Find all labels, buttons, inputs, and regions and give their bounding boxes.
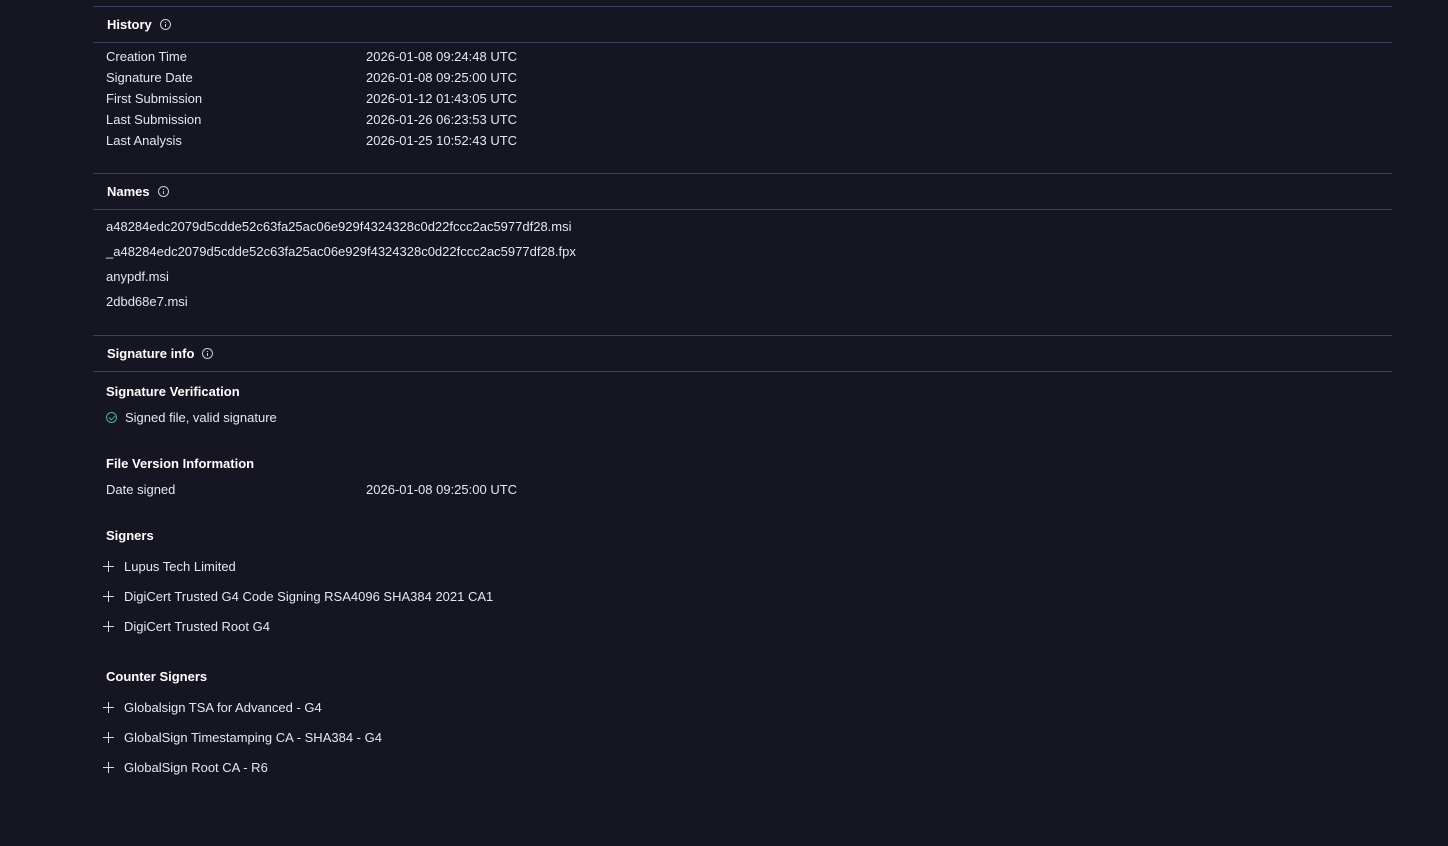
file-name-item: a48284edc2079d5cdde52c63fa25ac06e929f432… [106, 219, 572, 234]
signature-title: Signature info [107, 345, 195, 361]
signers-heading: Signers [106, 528, 154, 543]
counter-signer-item[interactable]: Globalsign TSA for Advanced - G4 [103, 700, 322, 715]
signature-verification-heading: Signature Verification [106, 384, 240, 399]
info-icon[interactable] [157, 185, 169, 197]
plus-icon[interactable] [103, 591, 114, 602]
history-header-divider [93, 42, 1392, 43]
file-details-panel: History Creation Time 2026-01-08 09:24:4… [93, 0, 1392, 846]
counter-signer-item[interactable]: GlobalSign Timestamping CA - SHA384 - G4 [103, 730, 382, 745]
plus-icon[interactable] [103, 762, 114, 773]
names-top-divider [93, 173, 1392, 174]
signature-status: Signed file, valid signature [106, 410, 277, 425]
history-title: History [107, 16, 152, 32]
history-section-header: History [107, 15, 171, 33]
signature-status-text: Signed file, valid signature [125, 410, 277, 425]
names-title: Names [107, 183, 150, 199]
file-name-item: 2dbd68e7.msi [106, 294, 188, 309]
signature-section-header: Signature info [107, 344, 214, 362]
file-version-heading: File Version Information [106, 456, 255, 471]
file-name-item: anypdf.msi [106, 269, 169, 284]
file-version-value: 2026-01-08 09:25:00 UTC [366, 482, 518, 497]
names-section-header: Names [107, 182, 169, 200]
history-key: First Submission [106, 91, 203, 106]
signer-item[interactable]: DigiCert Trusted G4 Code Signing RSA4096… [103, 589, 493, 604]
signer-name: Lupus Tech Limited [124, 559, 236, 574]
signature-header-divider [93, 371, 1392, 372]
history-key: Last Analysis [106, 133, 182, 148]
check-circle-icon [106, 412, 117, 423]
names-header-divider [93, 209, 1392, 210]
counter-signer-name: GlobalSign Timestamping CA - SHA384 - G4 [124, 730, 382, 745]
signer-item[interactable]: Lupus Tech Limited [103, 559, 236, 574]
counter-signers-heading: Counter Signers [106, 669, 208, 684]
signer-name: DigiCert Trusted G4 Code Signing RSA4096… [124, 589, 494, 604]
history-value: 2026-01-26 06:23:53 UTC [366, 112, 518, 127]
info-icon[interactable] [159, 18, 171, 30]
history-key: Signature Date [106, 70, 193, 85]
counter-signer-name: GlobalSign Root CA - R6 [124, 760, 268, 775]
history-value: 2026-01-08 09:25:00 UTC [366, 70, 518, 85]
plus-icon[interactable] [103, 732, 114, 743]
counter-signer-name: Globalsign TSA for Advanced - G4 [124, 700, 322, 715]
plus-icon[interactable] [103, 702, 114, 713]
counter-signer-item[interactable]: GlobalSign Root CA - R6 [103, 760, 268, 775]
file-name-item: _a48284edc2079d5cdde52c63fa25ac06e929f43… [106, 244, 576, 259]
plus-icon[interactable] [103, 561, 114, 572]
plus-icon[interactable] [103, 621, 114, 632]
info-icon[interactable] [202, 347, 214, 359]
history-value: 2026-01-08 09:24:48 UTC [366, 49, 518, 64]
history-top-divider [93, 6, 1392, 7]
history-value: 2026-01-25 10:52:43 UTC [366, 133, 518, 148]
signature-top-divider [93, 335, 1392, 336]
history-key: Last Submission [106, 112, 202, 127]
signer-name: DigiCert Trusted Root G4 [124, 619, 270, 634]
signer-item[interactable]: DigiCert Trusted Root G4 [103, 619, 270, 634]
history-value: 2026-01-12 01:43:05 UTC [366, 91, 518, 106]
file-version-key: Date signed [106, 482, 176, 497]
history-key: Creation Time [106, 49, 187, 64]
